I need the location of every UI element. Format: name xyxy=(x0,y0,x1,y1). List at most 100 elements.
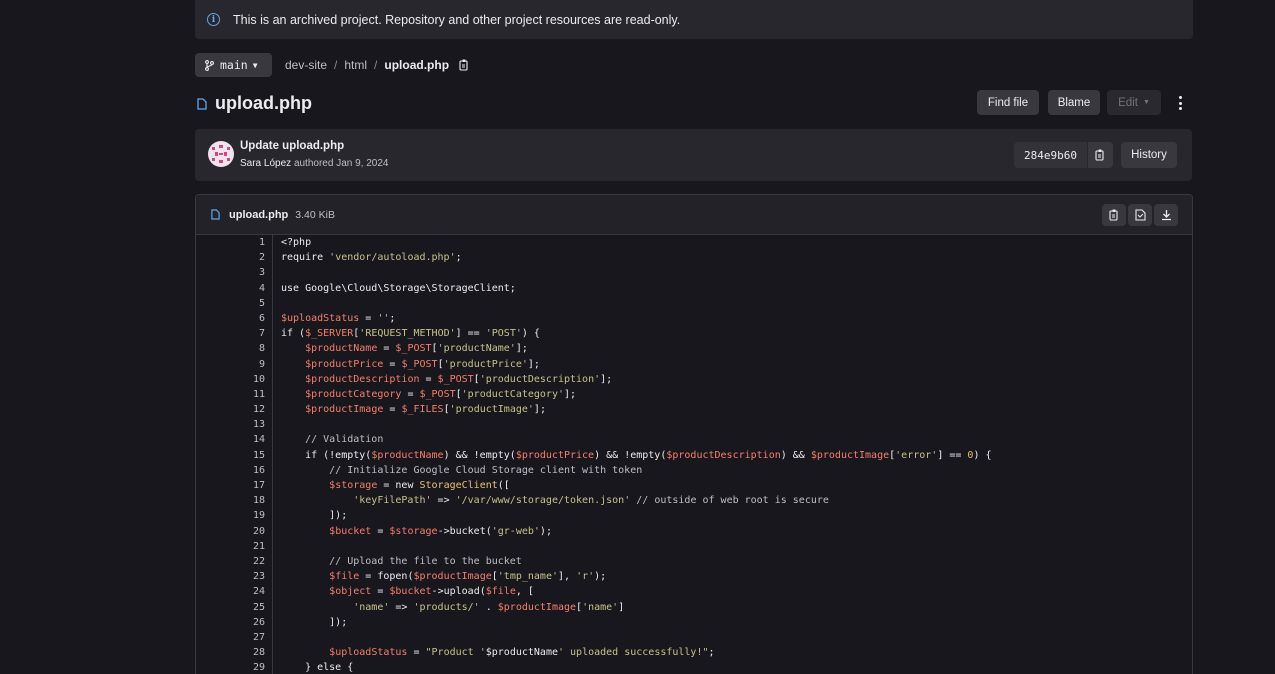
copy-path-icon[interactable] xyxy=(459,59,470,71)
line-number[interactable]: 22 xyxy=(196,554,265,569)
code-token: 'gr-web' xyxy=(491,525,540,537)
code-token: $_POST xyxy=(401,358,438,370)
code-token: . xyxy=(479,601,498,613)
line-number[interactable]: 19 xyxy=(196,508,265,523)
code-token: => xyxy=(431,495,456,507)
code-line: 5 xyxy=(196,296,1192,311)
history-button[interactable]: History xyxy=(1121,142,1177,168)
blame-button[interactable]: Blame xyxy=(1048,90,1100,115)
line-number[interactable]: 12 xyxy=(196,402,265,417)
line-number[interactable]: 18 xyxy=(196,493,265,508)
code-token: ->bucket( xyxy=(437,525,492,537)
code-token: 'vendor/autoload.php' xyxy=(329,252,456,264)
line-number[interactable]: 6 xyxy=(196,311,265,326)
line-number[interactable]: 20 xyxy=(196,524,265,539)
line-number[interactable]: 9 xyxy=(196,357,265,372)
line-number[interactable]: 28 xyxy=(196,645,265,660)
code-token: ) { xyxy=(973,449,992,461)
code-token: $_POST xyxy=(419,388,456,400)
breadcrumb-item-html[interactable]: html xyxy=(344,58,367,72)
line-number[interactable]: 26 xyxy=(196,615,265,630)
more-actions-icon[interactable] xyxy=(1174,94,1186,112)
code-line: 19 ]); xyxy=(196,508,1192,523)
commit-message[interactable]: Update upload.php xyxy=(240,140,344,152)
code-text: $productCategory = $_POST['productCatego… xyxy=(281,387,576,402)
code-token: 'r' xyxy=(576,571,595,583)
line-number[interactable]: 7 xyxy=(196,326,265,341)
line-number[interactable]: 29 xyxy=(196,660,265,674)
commit-sha[interactable]: 284e9b60 xyxy=(1014,142,1087,168)
line-number[interactable]: 17 xyxy=(196,478,265,493)
code-token: use Google\Cloud\Storage\StorageClient; xyxy=(281,282,516,294)
line-number[interactable]: 10 xyxy=(196,372,265,387)
code-token: ]; xyxy=(600,373,613,385)
code-line: 20 $bucket = $storage->bucket('gr-web'); xyxy=(196,524,1192,539)
code-token: $_POST xyxy=(395,343,432,355)
code-text: if ($_SERVER['REQUEST_METHOD'] == 'POST'… xyxy=(281,326,540,341)
line-number[interactable]: 25 xyxy=(196,600,265,615)
code-text: $productPrice = $_POST['productPrice']; xyxy=(281,357,540,372)
breadcrumb-item-dev-site[interactable]: dev-site xyxy=(285,58,327,72)
avatar[interactable] xyxy=(208,141,234,167)
code-token: ->upload( xyxy=(431,586,486,598)
breadcrumb-separator: / xyxy=(334,58,338,72)
code-token: $productImage xyxy=(497,601,577,613)
line-number[interactable]: 21 xyxy=(196,539,265,554)
code-token: ]); xyxy=(281,510,348,522)
code-token: , [ xyxy=(515,586,534,598)
code-token: $file xyxy=(485,586,516,598)
code-line: 6 $uploadStatus = ''; xyxy=(196,311,1192,326)
code-token: ] == xyxy=(937,449,968,461)
line-number[interactable]: 11 xyxy=(196,387,265,402)
code-token: if (!empty( xyxy=(281,449,372,461)
download-button[interactable] xyxy=(1154,204,1178,226)
code-token: ]; xyxy=(527,358,540,370)
code-token: $storage xyxy=(389,525,438,537)
code-token: ; xyxy=(455,252,462,264)
edit-button[interactable]: Edit ▼ xyxy=(1107,90,1161,115)
code-token: ' uploaded successfully!" xyxy=(557,647,709,659)
line-number[interactable]: 3 xyxy=(196,265,265,280)
line-number[interactable]: 8 xyxy=(196,341,265,356)
line-number[interactable]: 14 xyxy=(196,432,265,447)
copy-sha-button[interactable] xyxy=(1088,142,1113,168)
chevron-down-icon: ▼ xyxy=(1142,99,1150,106)
line-number[interactable]: 27 xyxy=(196,630,265,645)
code-token: = xyxy=(419,373,438,385)
commit-date: authored Jan 9, 2024 xyxy=(293,158,389,169)
open-raw-button[interactable] xyxy=(1128,204,1152,226)
branch-selector[interactable]: main ▼ xyxy=(195,53,272,77)
line-number[interactable]: 24 xyxy=(196,584,265,599)
code-line: 11 $productCategory = $_POST['productCat… xyxy=(196,387,1192,402)
code-text: $uploadStatus = "Product '$productName' … xyxy=(281,645,714,660)
code-token: $_POST xyxy=(437,373,474,385)
line-number[interactable]: 15 xyxy=(196,448,265,463)
code-line: 17 $storage = new StorageClient([ xyxy=(196,478,1192,493)
code-line: 25 'name' => 'products/' . $productImage… xyxy=(196,600,1192,615)
find-file-button[interactable]: Find file xyxy=(977,90,1039,115)
code-line: 10 $productDescription = $_POST['product… xyxy=(196,372,1192,387)
code-token: $_FILES xyxy=(401,404,444,416)
commit-author[interactable]: Sara López xyxy=(240,158,291,169)
line-number[interactable]: 5 xyxy=(196,296,265,311)
branch-name: main xyxy=(220,58,248,72)
code-text: $object = $bucket->upload($file, [ xyxy=(281,584,534,599)
code-token: $file xyxy=(329,571,360,583)
code-token: 'productDescription' xyxy=(479,373,601,385)
copy-contents-button[interactable] xyxy=(1102,204,1126,226)
line-number[interactable]: 2 xyxy=(196,250,265,265)
file-header: upload.php 3.40 KiB xyxy=(196,195,1192,235)
line-number[interactable]: 23 xyxy=(196,569,265,584)
code-line: 1 <?php xyxy=(196,235,1192,250)
code-text: $storage = new StorageClient([ xyxy=(281,478,510,493)
code-token: 'REQUEST_METHOD' xyxy=(359,328,456,340)
line-number[interactable]: 16 xyxy=(196,463,265,478)
breadcrumb-current: upload.php xyxy=(384,58,450,72)
line-number[interactable]: 13 xyxy=(196,417,265,432)
line-number[interactable]: 4 xyxy=(196,281,265,296)
banner-text: This is an archived project. Repository … xyxy=(233,12,681,27)
line-number[interactable]: 1 xyxy=(196,235,265,250)
code-line: 27 xyxy=(196,630,1192,645)
